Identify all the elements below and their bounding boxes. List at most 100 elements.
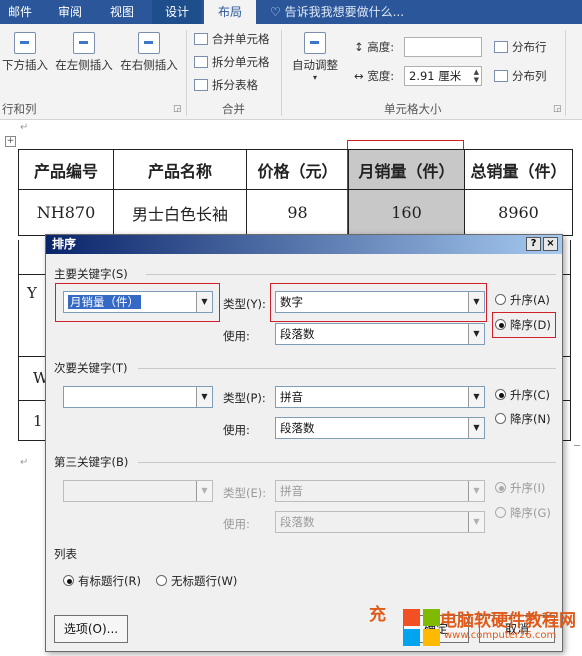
table-header-cell[interactable]: 价格（元） xyxy=(246,149,349,190)
group-label-merge: 合并 xyxy=(222,102,245,116)
group-divider xyxy=(565,30,566,116)
tab-mailings[interactable]: 邮件 xyxy=(0,0,40,24)
tell-me-box[interactable]: ♡ 告诉我我想要做什么... xyxy=(270,0,404,24)
tab-layout[interactable]: 布局 xyxy=(204,0,256,24)
logo-quadrant xyxy=(423,609,440,626)
tertiary-key-section-label: 第三关键字(B) xyxy=(54,455,129,469)
chevron-down-icon: ▼ xyxy=(468,387,484,407)
logo-quadrant xyxy=(403,609,420,626)
table-row: NH870 男士白色长袖 98 160 8960 xyxy=(18,189,573,236)
width-label: ↔ 宽度: xyxy=(354,69,395,83)
width-spinner[interactable]: ▲ ▼ xyxy=(474,68,479,84)
chevron-down-icon: ▼ xyxy=(468,324,484,344)
merge-cells-button[interactable]: 合并单元格 xyxy=(194,30,270,48)
secondary-descending-radio[interactable]: 降序(N) xyxy=(495,411,551,427)
table-cell[interactable]: 160 xyxy=(348,189,465,236)
radio-selected-icon xyxy=(495,482,506,493)
windows-logo-icon xyxy=(403,609,441,647)
tertiary-ascending-label: 升序(I) xyxy=(510,481,546,495)
options-button[interactable]: 选项(O)... xyxy=(54,615,128,643)
tab-view[interactable]: 视图 xyxy=(100,0,144,24)
cell-size-launcher-icon[interactable]: ◲ xyxy=(553,104,562,114)
distribute-rows-icon xyxy=(494,41,508,53)
primary-ascending-label: 升序(A) xyxy=(510,293,550,307)
distribute-rows-button[interactable]: 分布行 xyxy=(494,38,547,56)
primary-key-select[interactable]: 月销量（件） ▼ xyxy=(63,291,213,313)
radio-selected-icon xyxy=(495,389,506,400)
watermark-url: www.computer26.com xyxy=(444,630,557,641)
tab-design[interactable]: 设计 xyxy=(152,0,202,24)
table-line xyxy=(18,240,19,441)
radio-icon xyxy=(156,575,167,586)
has-header-label: 有标题行(R) xyxy=(78,574,141,588)
table-header-cell[interactable]: 总销量（件） xyxy=(464,149,573,190)
split-table-label: 拆分表格 xyxy=(212,78,258,92)
chevron-down-icon: ▼ xyxy=(196,481,212,501)
table-cell[interactable]: 8960 xyxy=(464,189,573,236)
autofit-icon xyxy=(304,32,326,54)
tertiary-key-select[interactable]: ▼ xyxy=(63,480,213,502)
sort-dialog: 排序 ? × 主要关键字(S) 月销量（件） ▼ 类型(Y): 数字 ▼ 使用:… xyxy=(45,234,563,652)
primary-key-value: 月销量（件） xyxy=(68,295,141,309)
primary-descending-radio[interactable]: 降序(D) xyxy=(495,317,551,333)
table-cell[interactable]: 男士白色长袖 xyxy=(113,189,247,236)
height-input[interactable] xyxy=(404,37,482,57)
width-input[interactable]: 2.91 厘米 ▲ ▼ xyxy=(404,66,482,86)
help-button[interactable]: ? xyxy=(526,237,541,251)
table-line xyxy=(570,240,571,441)
group-divider xyxy=(281,30,282,116)
table-cell-fragment: Y xyxy=(27,284,37,302)
secondary-use-select[interactable]: 段落数 ▼ xyxy=(275,417,485,439)
product-table: 产品编号 产品名称 价格（元） 月销量（件） 总销量（件） NH870 男士白色… xyxy=(18,149,573,236)
radio-selected-icon xyxy=(63,575,74,586)
insert-right-button[interactable]: 在右侧插入 xyxy=(117,32,181,73)
table-line xyxy=(18,400,45,401)
insert-left-label: 在左侧插入 xyxy=(55,58,113,72)
logo-quadrant xyxy=(423,629,440,646)
insert-below-button[interactable]: 下方插入 xyxy=(0,32,50,73)
tab-review[interactable]: 审阅 xyxy=(48,0,92,24)
secondary-descending-label: 降序(N) xyxy=(510,412,551,426)
tertiary-descending-radio[interactable]: 降序(G) xyxy=(495,505,551,521)
paragraph-mark: ↵ xyxy=(20,122,29,133)
table-header-cell[interactable]: 产品编号 xyxy=(18,149,114,190)
paragraph-mark: ↵ xyxy=(20,457,29,468)
close-button[interactable]: × xyxy=(543,237,558,251)
split-table-button[interactable]: 拆分表格 xyxy=(194,76,258,94)
split-cells-button[interactable]: 拆分单元格 xyxy=(194,53,270,71)
secondary-ascending-radio[interactable]: 升序(C) xyxy=(495,387,550,403)
table-cell[interactable]: 98 xyxy=(246,189,349,236)
rows-cols-launcher-icon[interactable]: ◲ xyxy=(173,104,182,114)
primary-use-select[interactable]: 段落数 ▼ xyxy=(275,323,485,345)
chevron-down-icon: ▼ xyxy=(468,512,484,532)
merge-cells-icon xyxy=(194,33,208,45)
group-label-rows-cols: 行和列 xyxy=(2,102,37,116)
has-header-radio[interactable]: 有标题行(R) xyxy=(63,573,141,589)
secondary-ascending-label: 升序(C) xyxy=(510,388,551,402)
secondary-key-select[interactable]: ▼ xyxy=(63,386,213,408)
primary-type-select[interactable]: 数字 ▼ xyxy=(275,291,485,313)
list-section-label: 列表 xyxy=(54,547,77,561)
secondary-type-select[interactable]: 拼音 ▼ xyxy=(275,386,485,408)
distribute-cols-button[interactable]: 分布列 xyxy=(494,67,547,85)
chevron-down-icon: ▼ xyxy=(196,387,212,407)
page-margin-mark xyxy=(574,445,580,446)
dialog-title-bar[interactable]: 排序 xyxy=(46,235,562,254)
tertiary-ascending-radio[interactable]: 升序(I) xyxy=(495,480,545,496)
primary-ascending-radio[interactable]: 升序(A) xyxy=(495,292,550,308)
insert-left-button[interactable]: 在左侧插入 xyxy=(52,32,116,73)
chevron-down-icon: ▼ xyxy=(468,481,484,501)
table-cell[interactable]: NH870 xyxy=(18,189,114,236)
autofit-button[interactable]: 自动调整 ▾ xyxy=(287,32,343,82)
no-header-radio[interactable]: 无标题行(W) xyxy=(156,573,237,589)
tertiary-use-select[interactable]: 段落数 ▼ xyxy=(275,511,485,533)
table-header-cell[interactable]: 产品名称 xyxy=(113,149,247,190)
primary-use-label: 使用: xyxy=(223,329,250,343)
table-header-cell[interactable]: 月销量（件） xyxy=(348,149,465,190)
tertiary-type-select[interactable]: 拼音 ▼ xyxy=(275,480,485,502)
insert-below-label: 下方插入 xyxy=(2,58,48,72)
table-move-handle-icon[interactable]: + xyxy=(5,136,16,147)
split-cells-icon xyxy=(194,56,208,68)
tertiary-descending-label: 降序(G) xyxy=(510,506,551,520)
section-divider xyxy=(138,368,556,369)
